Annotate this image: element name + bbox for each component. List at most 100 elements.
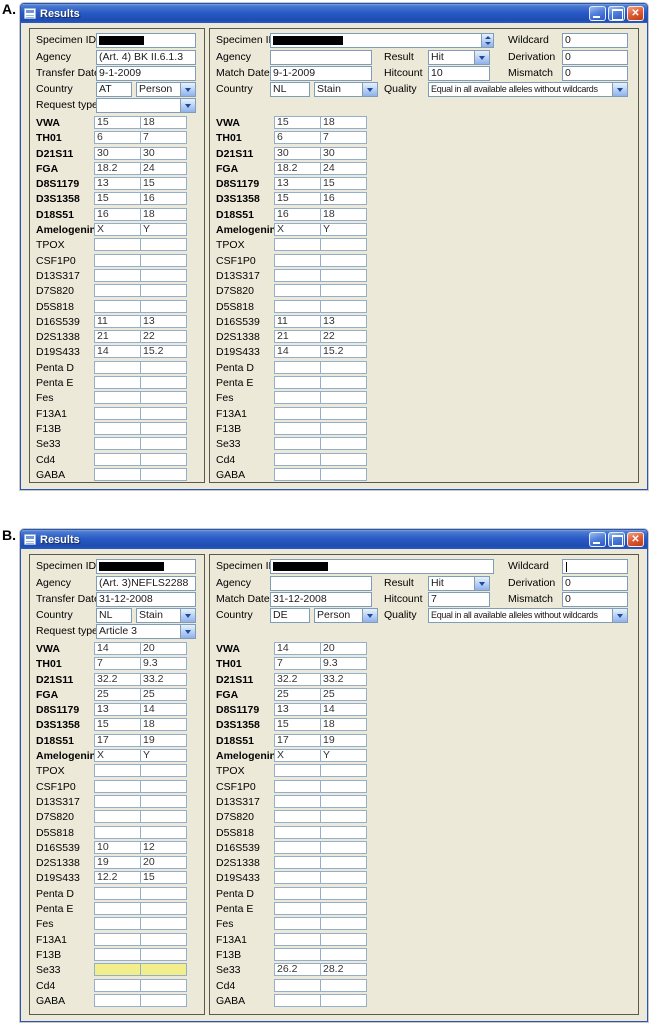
allele-value-cell[interactable]: Y: [320, 749, 367, 763]
allele-value-cell[interactable]: 16: [140, 192, 187, 206]
allele-value-cell[interactable]: [320, 932, 367, 946]
allele-value-cell[interactable]: 26.2: [274, 963, 321, 977]
allele-value-cell[interactable]: [140, 978, 187, 992]
allele-value-cell[interactable]: [320, 376, 367, 390]
allele-value-cell[interactable]: 20: [140, 856, 187, 870]
specimen-id-field[interactable]: [96, 559, 196, 574]
allele-value-cell[interactable]: [94, 947, 141, 961]
allele-value-cell[interactable]: [94, 917, 141, 931]
allele-value-cell[interactable]: [274, 871, 321, 885]
allele-value-cell[interactable]: 15.2: [140, 345, 187, 359]
allele-value-cell[interactable]: [320, 391, 367, 405]
allele-value-cell[interactable]: 14: [94, 345, 141, 359]
allele-value-cell[interactable]: [320, 917, 367, 931]
allele-value-cell[interactable]: [140, 437, 187, 451]
allele-value-cell[interactable]: 10: [94, 840, 141, 854]
allele-value-cell[interactable]: 6: [274, 131, 321, 145]
allele-value-cell[interactable]: [320, 406, 367, 420]
allele-value-cell[interactable]: 7: [320, 131, 367, 145]
allele-value-cell[interactable]: [320, 764, 367, 778]
specimen-id-field[interactable]: [270, 559, 494, 574]
allele-value-cell[interactable]: 15: [274, 192, 321, 206]
allele-value-cell[interactable]: [274, 764, 321, 778]
allele-value-cell[interactable]: [320, 794, 367, 808]
derivation-field[interactable]: 0: [562, 50, 628, 65]
allele-value-cell[interactable]: 15: [94, 116, 141, 129]
dropdown-arrow-icon[interactable]: [474, 577, 489, 590]
allele-value-cell[interactable]: [320, 840, 367, 854]
allele-value-cell[interactable]: 30: [320, 146, 367, 160]
allele-value-cell[interactable]: [140, 360, 187, 374]
allele-value-cell[interactable]: [94, 452, 141, 466]
allele-value-cell[interactable]: 21: [94, 330, 141, 344]
allele-value-cell[interactable]: 14: [320, 703, 367, 717]
form-icon[interactable]: [24, 8, 36, 19]
allele-value-cell[interactable]: [274, 993, 321, 1007]
allele-value-cell[interactable]: [140, 993, 187, 1007]
allele-value-cell[interactable]: 18.2: [94, 161, 141, 175]
allele-value-cell[interactable]: 20: [320, 642, 367, 655]
agency-field[interactable]: [270, 50, 372, 65]
allele-value-cell[interactable]: [140, 452, 187, 466]
dropdown-arrow-icon[interactable]: [612, 609, 627, 622]
allele-value-cell[interactable]: [274, 376, 321, 390]
country-code-field[interactable]: NL: [270, 82, 310, 97]
allele-value-cell[interactable]: 12: [140, 840, 187, 854]
form-icon[interactable]: [24, 534, 36, 545]
hitcount-field[interactable]: 7: [428, 592, 490, 607]
allele-value-cell[interactable]: 15: [320, 177, 367, 191]
allele-value-cell[interactable]: [140, 810, 187, 824]
allele-value-cell[interactable]: [320, 856, 367, 870]
allele-value-cell[interactable]: 33.2: [320, 672, 367, 686]
allele-value-cell[interactable]: [140, 238, 187, 252]
spinner-up-down-icon[interactable]: [481, 34, 493, 47]
allele-value-cell[interactable]: [274, 421, 321, 435]
allele-value-cell[interactable]: 32.2: [274, 672, 321, 686]
allele-value-cell[interactable]: Y: [320, 223, 367, 237]
allele-value-cell[interactable]: [94, 437, 141, 451]
allele-value-cell[interactable]: [320, 467, 367, 481]
allele-value-cell[interactable]: 16: [94, 207, 141, 221]
allele-value-cell[interactable]: [274, 978, 321, 992]
allele-value-cell[interactable]: 15: [140, 871, 187, 885]
allele-value-cell[interactable]: [94, 993, 141, 1007]
allele-value-cell[interactable]: X: [274, 749, 321, 763]
allele-value-cell[interactable]: [320, 902, 367, 916]
allele-value-cell[interactable]: 20: [140, 642, 187, 655]
allele-value-cell[interactable]: [94, 825, 141, 839]
allele-value-cell[interactable]: [94, 284, 141, 298]
allele-value-cell[interactable]: [140, 902, 187, 916]
match-date-field[interactable]: 31-12-2008: [270, 592, 372, 607]
allele-value-cell[interactable]: [274, 406, 321, 420]
allele-value-cell[interactable]: 15: [274, 116, 321, 129]
allele-value-cell[interactable]: [274, 779, 321, 793]
allele-value-cell[interactable]: 22: [320, 330, 367, 344]
allele-value-cell[interactable]: 25: [274, 687, 321, 701]
allele-value-cell[interactable]: [274, 932, 321, 946]
mismatch-field[interactable]: 0: [562, 66, 628, 81]
allele-value-cell[interactable]: [274, 794, 321, 808]
allele-value-cell[interactable]: 19: [320, 733, 367, 747]
allele-value-cell[interactable]: [94, 421, 141, 435]
request-type-dropdown[interactable]: Article 3: [96, 624, 196, 639]
allele-value-cell[interactable]: [274, 902, 321, 916]
hitcount-field[interactable]: 10: [428, 66, 490, 81]
allele-value-cell[interactable]: [94, 376, 141, 390]
close-icon[interactable]: [627, 532, 644, 547]
allele-value-cell[interactable]: [140, 467, 187, 481]
allele-value-cell[interactable]: [94, 779, 141, 793]
allele-value-cell[interactable]: 18: [140, 718, 187, 732]
allele-value-cell[interactable]: 7: [274, 657, 321, 671]
allele-value-cell[interactable]: [140, 299, 187, 313]
minimize-icon[interactable]: [589, 532, 606, 547]
allele-value-cell[interactable]: [320, 452, 367, 466]
allele-value-cell[interactable]: [94, 810, 141, 824]
allele-value-cell[interactable]: 7: [140, 131, 187, 145]
allele-value-cell[interactable]: [140, 932, 187, 946]
allele-value-cell[interactable]: 32.2: [94, 672, 141, 686]
allele-value-cell[interactable]: 24: [320, 161, 367, 175]
allele-value-cell[interactable]: [320, 253, 367, 267]
allele-value-cell[interactable]: [320, 978, 367, 992]
allele-value-cell[interactable]: 30: [274, 146, 321, 160]
allele-value-cell[interactable]: [320, 779, 367, 793]
